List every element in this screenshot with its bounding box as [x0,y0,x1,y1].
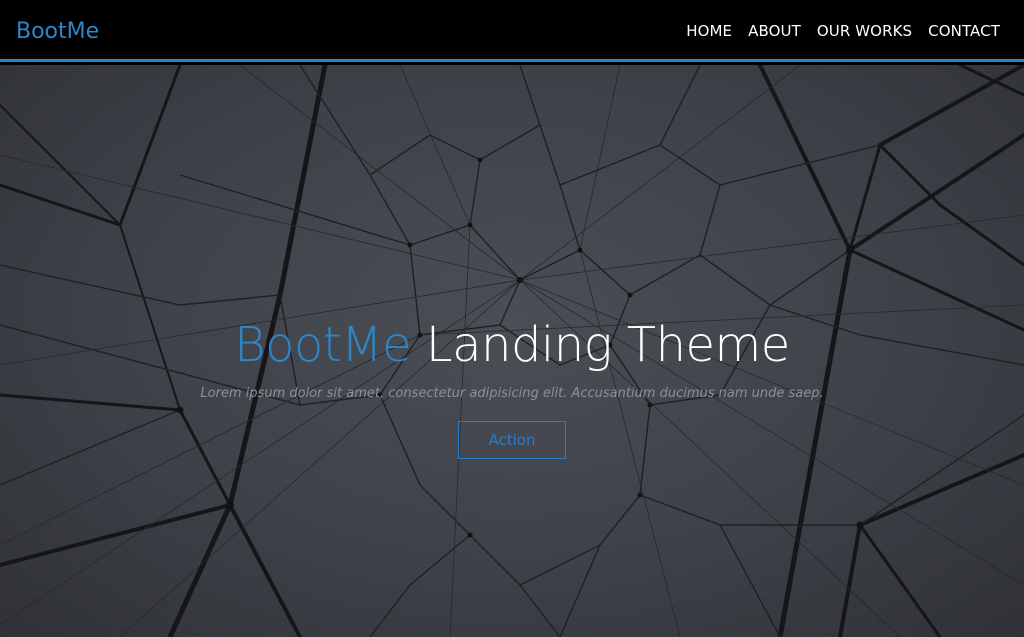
nav-link-our-works[interactable]: OUR WORKS [817,20,912,42]
hero-subtitle: Lorem ipsum dolor sit amet, consectetur … [200,386,824,401]
hero-section: BootMe Landing Theme Lorem ipsum dolor s… [0,65,1024,637]
hero-title-accent: BootMe [234,317,412,373]
hero-content: BootMe Landing Theme Lorem ipsum dolor s… [0,313,1024,459]
hero-title: BootMe Landing Theme [0,313,1024,377]
brand-logo-link[interactable]: BootMe [16,17,99,47]
nav-link-home[interactable]: HOME [686,20,732,42]
nav-link-contact[interactable]: CONTACT [928,20,1000,42]
nav-links: HOME ABOUT OUR WORKS CONTACT [686,20,1000,42]
nav-link-about[interactable]: ABOUT [748,20,801,42]
hero-title-rest: Landing Theme [425,317,790,373]
action-button[interactable]: Action [458,421,566,459]
top-navbar: BootMe HOME ABOUT OUR WORKS CONTACT [0,0,1024,62]
